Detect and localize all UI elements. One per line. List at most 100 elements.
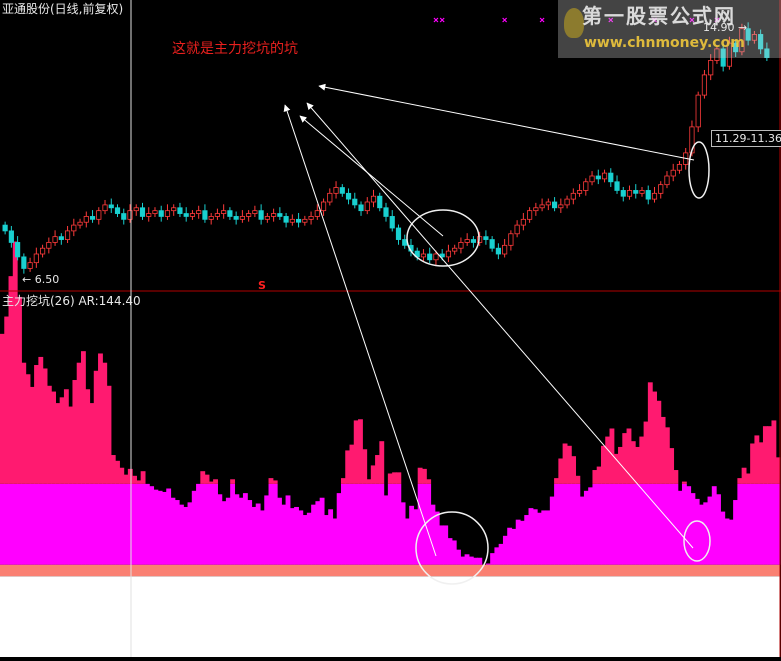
ar-bar [370,483,376,565]
ar-bar-high [417,467,423,484]
ar-bar [579,496,585,565]
ar-bar [622,483,628,565]
ar-bar-high [25,374,31,484]
ar-bar [379,483,385,565]
watermark-logo-icon [564,8,584,38]
ar-bar [157,490,163,565]
candle-up [333,187,339,194]
ar-bar [613,483,619,565]
ar-bar [161,491,167,565]
ar-bar [4,483,10,565]
candle-up [545,201,551,206]
ar-bar [55,483,61,565]
ar-bar-high [208,481,214,484]
ar-bar [430,504,436,565]
candle-down [483,236,489,240]
ar-bar [720,511,726,565]
ar-bar [711,486,717,565]
candle-down [489,239,495,249]
candle-up [52,236,58,243]
ar-bar-high [375,455,380,484]
ar-bar [652,483,657,565]
candle-down [470,239,477,243]
candle-down [8,230,14,243]
ar-bar-high [575,475,581,484]
ar-bar-high [669,448,675,484]
candle-down [552,201,558,209]
ar-bar [285,495,291,565]
ar-bar [673,483,679,565]
ar-bar [98,483,103,565]
ar-bar [443,525,449,565]
ar-bar-high [140,471,146,484]
ar-bar-high [387,473,393,484]
ar-bar [277,497,282,565]
ar-bar [460,556,466,565]
ar-bar-high [353,420,359,484]
ar-bar [170,497,176,565]
ar-bar [140,483,146,565]
candle-down [389,216,395,229]
ar-bar [520,520,525,565]
ar-bar [85,483,91,565]
ar-bar [762,483,768,565]
candle-down [2,224,8,232]
ar-bar-high [379,441,385,484]
candle-down [15,242,21,258]
candle-up [558,204,564,209]
candle-up [364,201,370,212]
ar-bar [63,483,69,565]
ar-bar [592,483,598,565]
ar-bar-high [600,445,606,484]
candle-down [58,236,64,240]
ar-bar [404,518,410,565]
candle-up [208,216,214,220]
ar-bar [656,483,662,565]
ar-bar [196,483,201,565]
ar-bar-high [63,389,69,484]
ar-bar [328,509,334,565]
ar-bar-high [362,449,368,484]
candle-up [664,175,670,186]
candle-up [445,250,452,258]
ar-bar [153,489,159,565]
ar-bar [217,494,223,565]
candle-up [464,239,470,243]
ar-bar [315,501,321,565]
candle-up [695,94,701,128]
ar-bar-high [754,435,760,484]
candle-down [395,227,402,240]
ar-bar-high [55,403,61,484]
ar-bar [583,490,589,565]
ar-bar-high [127,468,133,484]
ar-bar [515,519,521,565]
ar-bar-high [200,471,206,484]
ar-bar [260,510,265,565]
candle-down [139,207,146,217]
stock-title: 亚通股份(日线,前复权) [2,2,124,16]
ar-bar [119,483,125,565]
ar-bar-high [750,443,756,484]
ar-bar-high [366,479,372,484]
ar-bar [596,483,602,565]
ar-bar-high [596,466,602,484]
ar-bar-high [737,478,743,484]
candle-up [171,207,177,212]
candle-up [33,253,39,264]
ar-bar [677,490,683,565]
ar-bar [498,543,504,565]
candle-up [127,210,133,220]
ar-bar [80,483,86,565]
ar-bar [558,483,564,565]
ar-bar [383,495,389,565]
ar-bar [106,483,112,565]
ar-bar-high [132,475,137,484]
candle-down [427,253,433,261]
ar-bar [298,510,304,565]
ar-bar-high [673,470,679,484]
ar-bar [456,549,461,565]
candle-down [177,207,183,214]
ar-bar [311,504,317,565]
ar-bar-high [618,446,623,484]
candle-down [277,213,283,217]
